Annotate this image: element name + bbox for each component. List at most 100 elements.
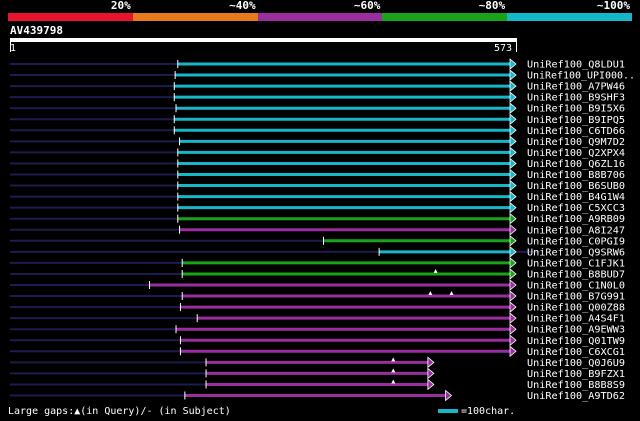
hit-row[interactable]: UniRef100_C5XCC3 <box>10 201 625 215</box>
hit-name-link[interactable]: UniRef100_A8I247 <box>527 225 625 236</box>
hit-end-arrow <box>509 268 517 280</box>
hit-row[interactable]: UniRef100_B4G1W4 <box>10 190 625 204</box>
hit-name-link[interactable]: UniRef100_B9FZX1 <box>527 369 625 380</box>
hit-row[interactable]: UniRef100_B8B706 <box>10 168 625 182</box>
hit-end-arrow <box>509 91 517 104</box>
hit-row[interactable]: UniRef100_A9TD62 <box>10 389 625 403</box>
hit-name-link[interactable]: UniRef100_B9SHF3 <box>527 93 625 104</box>
hit-name-link[interactable]: UniRef100_Q0J6U9 <box>527 358 625 369</box>
hit-name-link[interactable]: UniRef100_B4G1W4 <box>527 192 625 203</box>
hit-row[interactable]: UniRef100_Q9M7D2 <box>10 135 625 148</box>
hit-end-arrow <box>509 212 517 225</box>
hit-row[interactable]: UniRef100_B6SUB0 <box>10 179 625 193</box>
hit-name-link[interactable]: UniRef100_A9EWW3 <box>527 325 625 336</box>
hit-end-arrow <box>509 168 517 181</box>
hit-end-arrow <box>509 323 517 336</box>
hit-name-link[interactable]: UniRef100_C5XCC3 <box>527 203 625 214</box>
hit-row[interactable]: UniRef100_B8BUD7 <box>10 268 625 281</box>
hit-name-link[interactable]: UniRef100_Q8LDU1 <box>527 60 625 71</box>
query-gap-marker <box>391 357 396 362</box>
query-gap-marker <box>391 368 396 373</box>
hit-row[interactable]: UniRef100_B9IPQ5 <box>10 113 625 126</box>
hit-row[interactable]: UniRef100_A8I247 <box>10 223 625 237</box>
hit-end-arrow <box>509 124 517 137</box>
hit-name-link[interactable]: UniRef100_B6SUB0 <box>527 181 625 192</box>
hit-name-link[interactable]: UniRef100_Q9M7D2 <box>527 137 625 148</box>
hit-name-link[interactable]: UniRef100_A7PW46 <box>527 82 625 93</box>
hit-row[interactable]: UniRef100_Q2XPX4 <box>10 146 625 159</box>
hit-row[interactable]: UniRef100_B8B8S9 <box>10 378 625 391</box>
hit-row[interactable]: UniRef100_C1FJK1 <box>10 257 625 270</box>
scale-bar <box>438 409 458 413</box>
hit-name-link[interactable]: UniRef100_A9RB09 <box>527 214 625 225</box>
query-gap-marker <box>391 379 396 384</box>
hit-row[interactable]: UniRef100_B9I5X6 <box>10 102 625 115</box>
hit-name-link[interactable]: UniRef100_B9IPQ5 <box>527 115 625 126</box>
hit-row[interactable]: UniRef100_Q9SRW6 <box>10 245 625 259</box>
hit-row[interactable]: UniRef100_Q8LDU1 <box>10 58 625 71</box>
query-gap-marker <box>428 291 433 296</box>
hit-row[interactable]: UniRef100_A7PW46 <box>10 80 625 93</box>
hit-row[interactable]: UniRef100_A9RB09 <box>10 212 625 226</box>
hit-end-arrow <box>509 190 517 203</box>
hit-end-arrow <box>445 389 453 402</box>
hit-name-link[interactable]: UniRef100_B7G991 <box>527 292 625 303</box>
hit-end-arrow <box>509 345 517 358</box>
hit-end-arrow <box>509 279 517 291</box>
hit-end-arrow <box>509 234 517 247</box>
query-gap-marker <box>449 291 454 296</box>
hit-name-link[interactable]: UniRef100_C1N0L0 <box>527 281 625 292</box>
hit-name-link[interactable]: UniRef100_B9I5X6 <box>527 104 625 115</box>
hit-end-arrow <box>509 201 517 214</box>
hit-name-link[interactable]: UniRef100_A9TD62 <box>527 391 625 402</box>
hit-name-link[interactable]: UniRef100_B8B8S9 <box>527 380 625 391</box>
hit-end-arrow <box>509 179 517 192</box>
hit-row[interactable]: UniRef100_UPI000.. <box>10 69 635 82</box>
hit-end-arrow <box>509 69 517 81</box>
hit-name-link[interactable]: UniRef100_Q2XPX4 <box>527 148 625 159</box>
hit-end-arrow <box>509 146 517 159</box>
hit-name-link[interactable]: UniRef100_Q9SRW6 <box>527 247 625 258</box>
hit-end-arrow <box>509 257 517 269</box>
hit-row[interactable]: UniRef100_Q6ZL16 <box>10 157 625 170</box>
hit-end-arrow <box>509 223 517 236</box>
hit-name-link[interactable]: UniRef100_UPI000.. <box>527 71 635 82</box>
hit-row[interactable]: UniRef100_C1N0L0 <box>10 279 625 292</box>
hit-row[interactable]: UniRef100_B7G991 <box>10 290 625 303</box>
hit-end-arrow <box>509 245 517 258</box>
hit-name-link[interactable]: UniRef100_Q01TW9 <box>527 336 625 347</box>
hit-name-link[interactable]: UniRef100_C1FJK1 <box>527 258 625 269</box>
hit-name-link[interactable]: UniRef100_B8B706 <box>527 170 625 181</box>
query-gap-marker <box>433 268 438 273</box>
hit-alignment-map: UniRef100_Q8LDU1UniRef100_UPI000..UniRef… <box>10 58 635 403</box>
hit-row[interactable]: UniRef100_Q0J6U9 <box>10 356 625 369</box>
hit-row[interactable]: UniRef100_A4S4F1 <box>10 312 625 325</box>
hit-row[interactable]: UniRef100_C6TD66 <box>10 124 625 137</box>
hit-name-link[interactable]: UniRef100_A4S4F1 <box>527 314 625 325</box>
hit-name-link[interactable]: UniRef100_B8BUD7 <box>527 269 625 280</box>
hit-end-arrow <box>509 157 517 170</box>
hit-row[interactable]: UniRef100_A9EWW3 <box>10 323 625 336</box>
hit-end-arrow <box>509 312 517 325</box>
hit-end-arrow <box>509 290 517 302</box>
hit-end-arrow <box>427 367 435 380</box>
hit-name-link[interactable]: UniRef100_C0PGI9 <box>527 236 625 247</box>
hit-end-arrow <box>427 378 435 391</box>
hit-row[interactable]: UniRef100_B9FZX1 <box>10 367 625 380</box>
hit-end-arrow <box>509 58 517 70</box>
hit-end-arrow <box>509 301 517 313</box>
hit-row[interactable]: UniRef100_Q00Z88 <box>10 301 625 314</box>
hit-row[interactable]: UniRef100_Q01TW9 <box>10 334 625 347</box>
hit-end-arrow <box>509 135 517 148</box>
hit-name-link[interactable]: UniRef100_C6TD66 <box>527 126 625 137</box>
hit-row[interactable]: UniRef100_C6XCG1 <box>10 345 625 358</box>
gap-legend-text: Large gaps:▲(in Query)/- (in Subject) <box>8 406 231 417</box>
hit-end-arrow <box>509 80 517 92</box>
hit-row[interactable]: UniRef100_B9SHF3 <box>10 91 625 104</box>
hit-row[interactable]: UniRef100_C0PGI9 <box>10 234 625 248</box>
hit-end-arrow <box>427 356 435 369</box>
hit-end-arrow <box>509 113 517 126</box>
hit-name-link[interactable]: UniRef100_C6XCG1 <box>527 347 625 358</box>
hit-name-link[interactable]: UniRef100_Q00Z88 <box>527 303 625 314</box>
hit-name-link[interactable]: UniRef100_Q6ZL16 <box>527 159 625 170</box>
